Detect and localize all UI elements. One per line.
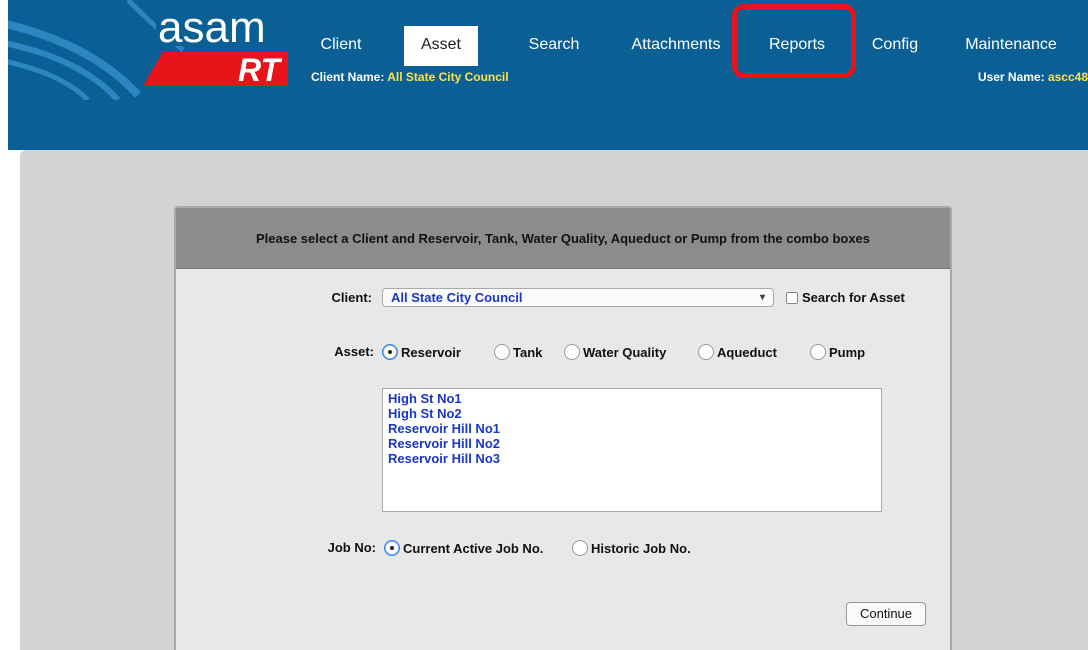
svg-text:RT: RT (238, 52, 283, 88)
job-radio-historic[interactable]: Historic Job No. (572, 540, 691, 556)
list-item[interactable]: High St No2 (388, 406, 881, 421)
main-nav: Client Asset Search Attachments Reports … (300, 26, 1088, 66)
asset-radio-water-quality[interactable]: Water Quality (564, 344, 666, 360)
asam-rt-logo: asam RT (8, 0, 298, 100)
client-name-line: Client Name: All State City Council (311, 70, 509, 84)
radio-label: Aqueduct (717, 344, 777, 360)
panel-header: Please select a Client and Reservoir, Ta… (176, 208, 950, 269)
radio-button[interactable] (810, 344, 826, 360)
select-arrows-icon: ▾ (759, 292, 765, 303)
client-label: Client: (331, 290, 372, 305)
client-name-value: All State City Council (387, 70, 509, 84)
radio-label: Tank (513, 344, 543, 360)
reports-highlight-box (732, 4, 856, 78)
radio-label: Historic Job No. (591, 540, 691, 556)
search-for-asset-checkbox[interactable] (786, 292, 798, 304)
list-item[interactable]: Reservoir Hill No1 (388, 421, 881, 436)
tab-asset[interactable]: Asset (404, 26, 478, 66)
asset-label: Asset: (334, 344, 374, 359)
svg-text:asam: asam (158, 3, 266, 52)
asset-radio-pump[interactable]: Pump (810, 344, 865, 360)
tab-maintenance[interactable]: Maintenance (948, 26, 1074, 66)
tab-client[interactable]: Client (300, 26, 382, 66)
asset-radio-reservoir[interactable]: Reservoir (382, 344, 461, 360)
job-no-label: Job No: (327, 540, 376, 555)
job-radio-current[interactable]: Current Active Job No. (384, 540, 543, 556)
asset-listbox[interactable]: High St No1 High St No2 Reservoir Hill N… (382, 388, 882, 512)
radio-button[interactable] (698, 344, 714, 360)
app: asam RT Client Asset Search Attachments … (8, 0, 1088, 650)
tab-attachments[interactable]: Attachments (616, 26, 736, 66)
header: asam RT Client Asset Search Attachments … (8, 0, 1088, 150)
client-select-value: All State City Council (391, 290, 523, 305)
asset-radio-aqueduct[interactable]: Aqueduct (698, 344, 777, 360)
user-name-value: ascc48 (1047, 70, 1088, 84)
list-item[interactable]: Reservoir Hill No3 (388, 451, 881, 466)
search-for-asset-label: Search for Asset (802, 290, 905, 305)
content-area: Please select a Client and Reservoir, Ta… (20, 150, 1088, 650)
radio-label: Water Quality (583, 344, 667, 360)
tab-search[interactable]: Search (512, 26, 596, 66)
continue-button[interactable]: Continue (846, 602, 926, 626)
tab-config[interactable]: Config (860, 26, 930, 66)
list-item[interactable]: Reservoir Hill No2 (388, 436, 881, 451)
radio-button[interactable] (572, 540, 588, 556)
user-name-label: User Name: (977, 70, 1045, 84)
asset-radio-tank[interactable]: Tank (494, 344, 542, 360)
client-select[interactable]: All State City Council ▾ (382, 288, 774, 307)
selection-panel: Please select a Client and Reservoir, Ta… (174, 206, 952, 650)
list-item[interactable]: High St No1 (388, 391, 881, 406)
user-name-line: User Name: ascc48 (978, 70, 1088, 84)
radio-button[interactable] (564, 344, 580, 360)
radio-button[interactable] (382, 344, 398, 360)
radio-label: Current Active Job No. (403, 540, 544, 556)
client-name-label: Client Name: (311, 70, 385, 84)
radio-button[interactable] (494, 344, 510, 360)
radio-label: Reservoir (401, 344, 461, 360)
radio-label: Pump (829, 344, 866, 360)
radio-button[interactable] (384, 540, 400, 556)
